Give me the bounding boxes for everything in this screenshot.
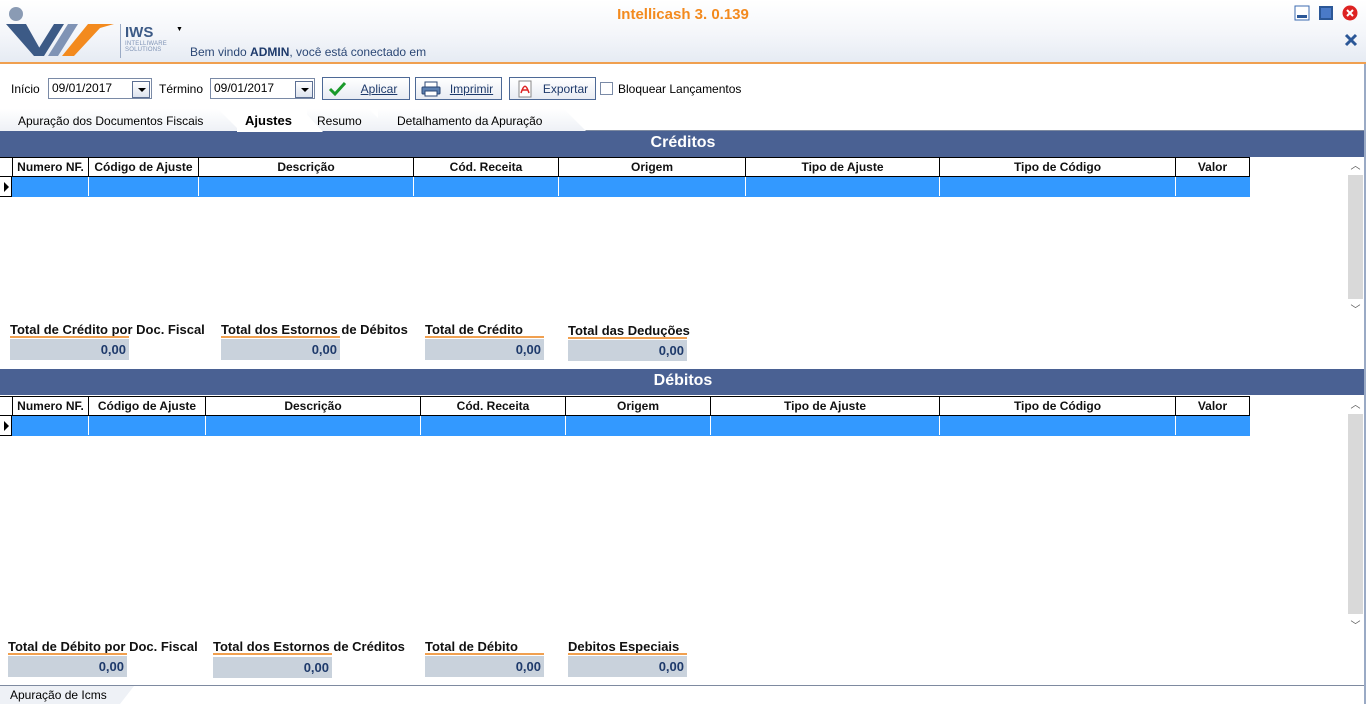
scroll-down-icon[interactable]: ﹀ [1347,301,1364,317]
column-header[interactable]: Descrição [205,397,420,415]
close-x-icon[interactable] [1344,33,1358,47]
scroll-up-icon[interactable]: ︿ [1347,396,1364,412]
aplicar-button[interactable]: Aplicar [322,77,410,100]
imprimir-label: Imprimir [449,81,494,96]
total-value: 0,00 [213,657,332,678]
debitos-scrollbar[interactable]: ︿ ﹀ [1347,396,1364,633]
printer-icon [421,81,441,96]
column-header[interactable]: Descrição [198,158,413,176]
total-value: 0,00 [568,340,687,361]
tab-label: Ajustes [245,113,292,128]
termino-date-value: 09/01/2017 [214,81,275,95]
total-underline [221,336,340,338]
exportar-label: Exportar [542,81,589,96]
tab-apuracao-icms[interactable]: Apuração de Icms [0,686,134,704]
table-row[interactable] [12,177,1250,197]
app-title: Intellicash 3. 0.139 [617,6,749,23]
welcome-message: Bem vindo ADMIN, você está conectado em [190,45,426,59]
imprimir-button[interactable]: Imprimir [415,77,502,100]
column-header[interactable]: Tipo de Código [939,158,1175,176]
column-header[interactable]: Numero NF. [12,158,88,176]
bloquear-label: Bloquear Lançamentos [618,82,742,96]
tab-label: Detalhamento da Apuração [397,114,543,128]
total-label: Total de Crédito [425,322,523,337]
total-value: 0,00 [568,656,687,677]
total-value: 0,00 [8,656,127,677]
app-header: IWS INTELLIWARE SOLUTIONS ▼ Bem vindo AD… [0,0,1366,64]
total-label: Total de Crédito por Doc. Fiscal [10,322,205,337]
total-value: 0,00 [221,339,340,360]
creditos-header: Créditos [0,131,1366,157]
table-row[interactable] [12,416,1250,436]
total-value: 0,00 [10,339,129,360]
calendar-dropdown-icon[interactable] [295,81,313,98]
scroll-down-icon[interactable]: ﹀ [1347,617,1364,633]
total-underline [213,653,332,655]
column-header[interactable]: Tipo de Ajuste [710,397,939,415]
total-underline [425,653,544,655]
total-label: Total das Deduções [568,323,690,338]
column-header[interactable]: Valor [1175,158,1250,176]
logo-subtitle: INTELLIWARE SOLUTIONS [125,41,167,53]
logo-text: IWS [125,24,154,41]
logo-divider [120,24,121,58]
debitos-grid-header: Numero NF. Código de Ajuste Descrição Có… [0,396,1250,416]
total-underline [8,653,127,655]
check-icon [328,81,347,96]
tab-label: Apuração de Icms [10,688,107,702]
tab-detalhamento[interactable]: Detalhamento da Apuração [378,109,586,131]
column-header[interactable]: Código de Ajuste [88,158,198,176]
tab-label: Apuração dos Documentos Fiscais [18,114,204,128]
total-underline [568,653,687,655]
total-underline [568,337,687,339]
pdf-icon [518,80,532,97]
welcome-prefix: Bem vindo [190,45,251,59]
column-header[interactable]: Tipo de Código [939,397,1175,415]
creditos-scrollbar[interactable]: ︿ ﹀ [1347,157,1364,317]
exportar-button[interactable]: Exportar [509,77,596,100]
creditos-grid-header: Numero NF. Código de Ajuste Descrição Có… [0,157,1250,177]
tab-apuracao-documentos[interactable]: Apuração dos Documentos Fiscais [0,109,240,131]
total-underline [10,336,129,338]
termino-date-field[interactable]: 09/01/2017 [210,78,315,99]
column-header[interactable]: Numero NF. [12,397,88,415]
row-pointer-icon [0,177,12,197]
inicio-date-value: 09/01/2017 [52,81,113,95]
column-header[interactable]: Cód. Receita [420,397,565,415]
debitos-header: Débitos [0,369,1366,395]
scroll-thumb[interactable] [1348,175,1363,299]
total-underline [425,336,544,338]
column-header[interactable]: Valor [1175,397,1250,415]
inicio-label: Início [11,82,40,96]
total-label: Total de Débito por Doc. Fiscal [8,639,198,654]
termino-label: Término [159,82,204,96]
calendar-dropdown-icon[interactable] [132,81,150,98]
welcome-suffix: , você está conectado em [289,45,427,59]
welcome-user: ADMIN [250,45,290,59]
inicio-date-field[interactable]: 09/01/2017 [48,78,152,99]
aplicar-label: Aplicar [360,81,398,96]
total-label: Total de Débito [425,639,518,654]
tab-label: Resumo [317,114,362,128]
column-header[interactable]: Código de Ajuste [88,397,205,415]
dropdown-arrow-icon[interactable]: ▼ [176,26,183,33]
maximize-icon[interactable] [1318,5,1334,21]
row-pointer-icon [0,416,12,436]
total-value: 0,00 [425,339,544,360]
column-header[interactable]: Origem [558,158,745,176]
scroll-thumb[interactable] [1348,414,1363,614]
logo-subtitle-line2: SOLUTIONS [125,47,162,53]
minimize-icon[interactable] [1294,5,1310,21]
bloquear-checkbox[interactable] [600,82,613,95]
total-label: Debitos Especiais [568,639,680,654]
bottom-tab-line [0,685,1366,686]
column-header[interactable]: Tipo de Ajuste [745,158,939,176]
total-label: Total dos Estornos de Créditos [213,639,405,654]
scroll-up-icon[interactable]: ︿ [1347,157,1364,173]
close-icon[interactable] [1342,5,1358,21]
column-header[interactable]: Cód. Receita [413,158,558,176]
total-value: 0,00 [425,656,544,677]
total-label: Total dos Estornos de Débitos [221,322,408,337]
column-header[interactable]: Origem [565,397,710,415]
